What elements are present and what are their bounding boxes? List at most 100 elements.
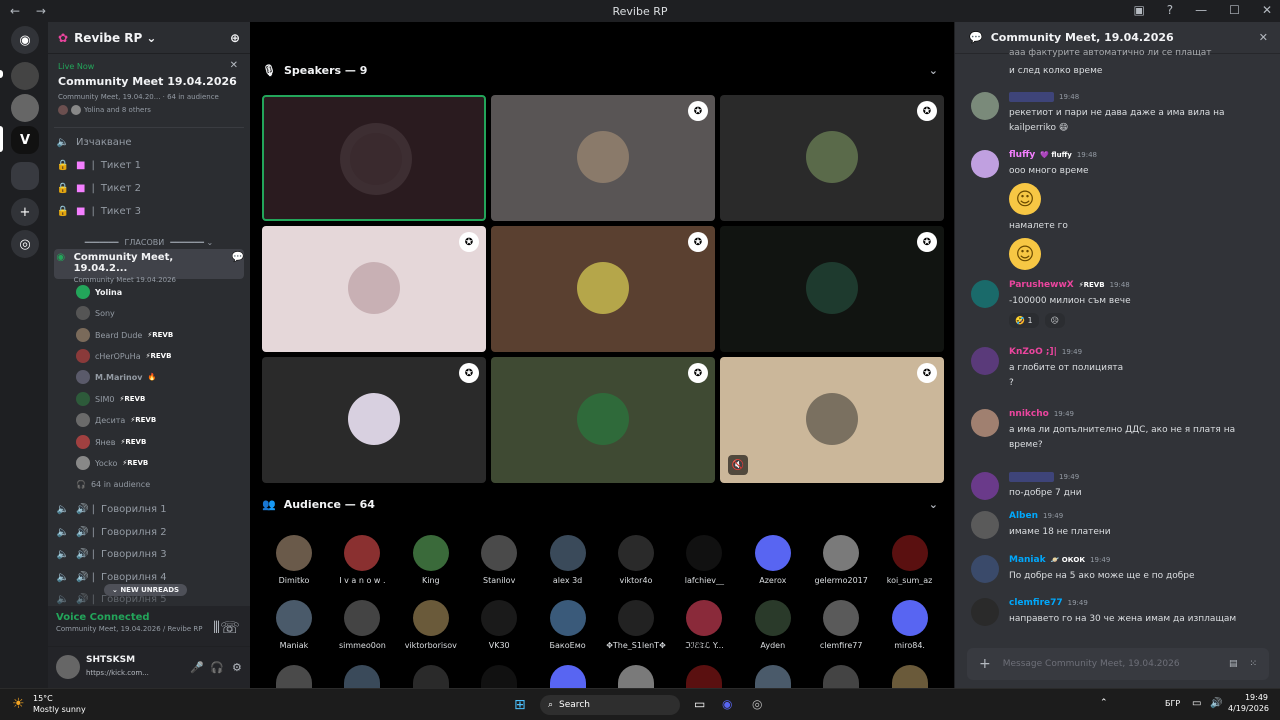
weather-temp[interactable]: 15°C [33,694,53,703]
author-name[interactable]: fluffy [1009,150,1035,160]
inbox-icon[interactable]: ▣ [1133,3,1144,17]
channel-waiting[interactable]: 🔈 Изчакване [56,132,242,152]
help-icon[interactable]: ? [1167,3,1173,17]
avatar[interactable] [971,280,999,308]
audience-header[interactable]: 👥 Audience — 64 ⌄ [262,494,942,514]
author-name[interactable]: Maniak [1009,555,1046,565]
minimize-button[interactable]: — [1195,3,1207,17]
audience-member[interactable]: King [397,535,465,585]
close-icon[interactable]: ✕ [230,60,238,71]
headphones-icon[interactable]: 🎧 [210,661,224,674]
chat-icon[interactable]: 💬 [232,252,244,263]
audience-member[interactable]: miro84. [876,600,944,650]
channel-talk-3[interactable]: 🔈 🔊 | Говорилня 3 [56,544,242,564]
weather-desc[interactable]: Mostly sunny [33,705,86,714]
avatar[interactable] [823,665,860,688]
member-item[interactable]: cHerOPuHa ⚡REVB [76,346,242,366]
audience-member[interactable]: Stanilov [465,535,533,585]
author-name[interactable]: KnZoO ;]| [1009,347,1057,357]
audience-member[interactable]: I v a n o w . [328,535,396,585]
audience-member[interactable]: viktorborisov [397,600,465,650]
avatar[interactable] [971,92,999,120]
server-folder-icon[interactable] [11,162,39,190]
audience-member[interactable]: lafchiev__ [670,535,738,585]
message-composer[interactable]: + Message Community Meet, 19.04.2026 ▤ ⁙ [967,648,1269,680]
close-button[interactable]: ✕ [1262,3,1272,17]
member-item[interactable]: Yolina [76,282,242,302]
avatar[interactable] [549,665,586,688]
speaker-tile[interactable]: ✪ [491,95,715,221]
message-input[interactable]: Message Community Meet, 19.04.2026 [1003,659,1180,669]
avatar[interactable] [971,150,999,178]
avatar[interactable] [971,347,999,375]
apps-icon[interactable]: ⁙ [1249,659,1257,669]
audience-member[interactable]: VK30 [465,600,533,650]
add-server-icon[interactable]: + [11,198,39,226]
discover-icon[interactable]: ◎ [11,230,39,258]
add-attachment-icon[interactable]: + [979,656,991,672]
avatar[interactable] [971,511,999,539]
avatar[interactable] [686,665,723,688]
gift-icon[interactable]: ▤ [1229,659,1238,669]
audience-member[interactable]: ✥The_S1lenT✥ [602,600,670,650]
avatar[interactable] [754,665,791,688]
reaction-chip[interactable]: ☹ [1044,313,1065,328]
taskbar-search[interactable]: ⌕ Search [540,695,680,715]
avatar[interactable] [276,665,312,688]
audience-member[interactable]: ℑℐℰ𝔗ℒ Y... [670,600,738,651]
speaker-tile[interactable]: ✪ [720,95,944,221]
server-icon[interactable] [11,62,39,90]
language-indicator[interactable]: БГР [1165,699,1180,708]
tray-chevron-icon[interactable]: ⌃ [1100,698,1108,708]
speakers-header[interactable]: 🎙 Speakers — 9 ⌄ [262,60,942,80]
member-item[interactable]: Beard Dude ⚡REVB [76,325,242,345]
discord-home-icon[interactable]: ◉ [11,26,39,54]
member-item[interactable]: SIM0 ⚡REVB [76,389,242,409]
audience-member[interactable]: viktor4o [602,535,670,585]
add-member-icon[interactable]: ⊕ [230,31,240,45]
volume-icon[interactable]: 🔊 [1210,698,1222,709]
audience-member[interactable]: Dimitko [260,535,328,585]
avatar[interactable] [971,472,999,500]
speaker-tile[interactable]: ✪ [491,357,715,483]
channel-ticket-3[interactable]: 🔒 ■ | Тикет 3 [56,201,242,221]
speaker-tile[interactable]: ✪ [491,226,715,352]
audience-member[interactable]: БакоЕмо [534,600,602,650]
avatar[interactable] [891,665,928,688]
avatar[interactable] [971,409,999,437]
channel-talk-2[interactable]: 🔈 🔊 | Говорилня 2 [56,522,242,542]
revibe-rp-server-icon[interactable]: V [11,126,39,154]
windows-start-icon[interactable]: ⊞ [514,697,526,713]
audience-member[interactable]: clemfire77 [807,600,875,650]
audience-member[interactable]: alex 3d [534,535,602,585]
network-icon[interactable]: ▭ [1192,698,1201,709]
close-icon[interactable]: ✕ [1259,31,1268,44]
author-name[interactable]: nnikcho [1009,409,1049,419]
avatar[interactable] [56,655,80,679]
speaker-tile[interactable]: ✪ [262,226,486,352]
member-item[interactable]: Sony [76,303,242,323]
member-item[interactable]: M.Marinov 🔥 [76,367,242,387]
channel-stage-active[interactable]: ◉ Community Meet, 19.04.2... Community M… [54,249,244,284]
channel-talk-1[interactable]: 🔈 🔊 | Говорилня 1 [56,499,242,519]
settings-gear-icon[interactable]: ⚙ [232,661,242,674]
author-name[interactable]: ParushewwX [1009,280,1074,290]
maximize-button[interactable]: ☐ [1229,3,1240,17]
live-stage-card[interactable]: Live Now Community Meet 19.04.2026 Commu… [54,58,244,128]
audience-member[interactable]: gelermo2017 [807,535,875,585]
avatar[interactable] [481,665,518,688]
discord-taskbar-icon[interactable]: ◉ [722,697,732,711]
author-name[interactable]: Alben [1009,511,1038,521]
reaction-chip[interactable]: 🤣 1 [1009,313,1039,328]
server-icon[interactable] [11,94,39,122]
channel-ticket-1[interactable]: 🔒 ■ | Тикет 1 [56,155,242,175]
audience-member[interactable]: Ayden [739,600,807,650]
mute-icon[interactable]: 🎤 [190,661,204,674]
avatar[interactable] [344,665,381,688]
browser-icon[interactable]: ◎ [752,697,762,711]
audience-member[interactable]: Azerox [739,535,807,585]
member-item[interactable]: Yocko ⚡REVB [76,453,242,473]
author-name[interactable] [1009,92,1054,102]
audience-member[interactable]: simmeo0on [328,600,396,650]
channel-ticket-2[interactable]: 🔒 ■ | Тикет 2 [56,178,242,198]
